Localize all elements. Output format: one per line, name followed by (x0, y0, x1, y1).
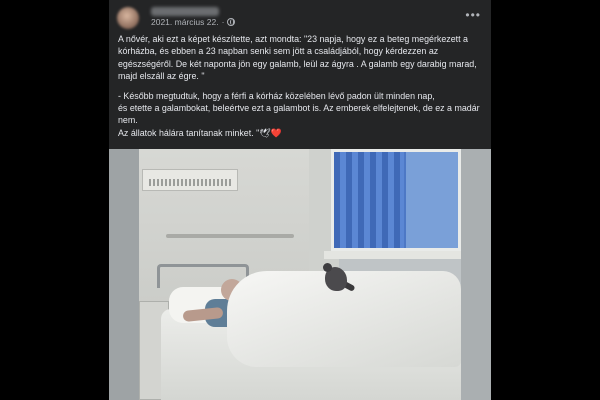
post-text: A nővér, aki ezt a képet készítette, azt… (118, 33, 484, 139)
post-header: 2021. március 22. · ••• (117, 6, 483, 30)
more-options-icon[interactable]: ••• (465, 8, 481, 22)
post-photo[interactable] (109, 149, 491, 400)
pigeon-head (323, 263, 332, 272)
air-vent (142, 169, 238, 191)
wall-rail (166, 234, 294, 238)
author-name[interactable] (151, 7, 219, 16)
post-paragraph-2-text: Az állatok hálára tanítanak minket. " (118, 127, 260, 138)
post-date[interactable]: 2021. március 22. (151, 17, 219, 27)
post-paragraph-1: A nővér, aki ezt a képet készítette, azt… (118, 34, 477, 82)
window-sill (324, 251, 461, 259)
post-paragraph-2-line-3: Az állatok hálára tanítanak minket. "🕊❤️ (118, 127, 484, 139)
photo-left-edge (109, 149, 139, 400)
post-paragraph-2-line-2: és etette a galambokat, beleértve ezt a … (118, 103, 480, 126)
post-meta: 2021. március 22. · (151, 17, 236, 27)
facebook-post: 2021. március 22. · ••• A nővér, aki ezt… (109, 0, 491, 400)
photo-right-edge (461, 149, 491, 400)
post-paragraph-2-line-1: - Később megtudtuk, hogy a férfi a kórhá… (118, 90, 435, 101)
window-with-blue-curtain (331, 149, 461, 251)
avatar[interactable] (117, 7, 139, 29)
globe-icon[interactable] (227, 18, 236, 26)
meta-separator: · (221, 17, 225, 27)
dove-heart-emoji: 🕊❤️ (259, 127, 282, 138)
